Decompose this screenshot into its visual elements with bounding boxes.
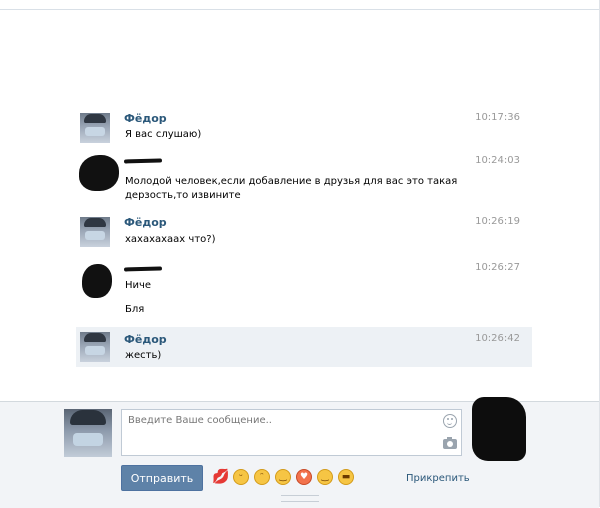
- avatar[interactable]: [80, 332, 110, 362]
- wink-kiss-emoji-icon[interactable]: ᵔ: [254, 469, 271, 486]
- author-name[interactable]: Фёдор: [124, 333, 167, 346]
- message-time: 10:26:27: [475, 262, 520, 273]
- attach-link[interactable]: Прикрепить: [406, 473, 470, 484]
- message-item: 10:24:03 Молодой человек,если добавление…: [76, 153, 532, 209]
- top-bar: [0, 0, 600, 10]
- scribbled-author-name: [123, 158, 163, 164]
- message-time: 10:17:36: [475, 112, 520, 123]
- blush-emoji-icon[interactable]: ‿: [275, 469, 292, 486]
- message-item: 10:26:27 Ниче Бля: [76, 260, 532, 320]
- author-name[interactable]: Фёдор: [124, 216, 167, 229]
- scribbled-avatar: [79, 155, 119, 191]
- message-item: Фёдор 10:17:36 Я вас слушаю): [76, 110, 532, 148]
- heart-eyes-emoji-icon[interactable]: ♥: [296, 469, 313, 486]
- emoji-bar: 💋 ᵕ ᵔ ‿ ♥ ‿ ▬: [212, 469, 359, 487]
- author-name[interactable]: Фёдор: [124, 112, 167, 125]
- send-button[interactable]: Отправить: [121, 465, 203, 491]
- avatar[interactable]: [80, 217, 110, 247]
- message-item-selected[interactable]: Фёдор 10:26:42 жесть): [76, 327, 532, 367]
- grin-emoji-icon[interactable]: ᵕ: [233, 469, 250, 486]
- message-text: Молодой человек,если добавление в друзья…: [125, 176, 458, 187]
- message-text: Я вас слушаю): [125, 129, 202, 140]
- sunglasses-emoji-icon[interactable]: ▬: [338, 469, 355, 486]
- message-time: 10:26:42: [475, 333, 520, 344]
- message-text: жесть): [125, 350, 162, 361]
- smile-icon[interactable]: [443, 414, 457, 428]
- kiss-emoji-icon[interactable]: 💋: [212, 469, 229, 486]
- message-input-box: [121, 409, 462, 456]
- message-text: дерзость,то извините: [125, 190, 241, 201]
- message-history: Фёдор 10:17:36 Я вас слушаю) 10:24:03 Мо…: [0, 10, 599, 400]
- resize-handle[interactable]: [281, 495, 319, 502]
- message-item: Фёдор 10:26:19 хахахахаах что?): [76, 214, 532, 252]
- camera-icon[interactable]: [443, 437, 457, 449]
- message-text: хахахахаах что?): [125, 234, 216, 245]
- message-input[interactable]: [122, 410, 432, 455]
- avatar[interactable]: [80, 113, 110, 143]
- scribbled-avatar: [472, 397, 526, 461]
- message-time: 10:24:03: [475, 155, 520, 166]
- message-text: Бля: [125, 304, 145, 315]
- message-text: Ниче: [125, 280, 152, 291]
- scribbled-avatar: [82, 264, 112, 298]
- my-avatar[interactable]: [64, 409, 112, 457]
- message-time: 10:26:19: [475, 216, 520, 227]
- smile-emoji-icon[interactable]: ‿: [317, 469, 334, 486]
- scribbled-author-name: [123, 266, 163, 272]
